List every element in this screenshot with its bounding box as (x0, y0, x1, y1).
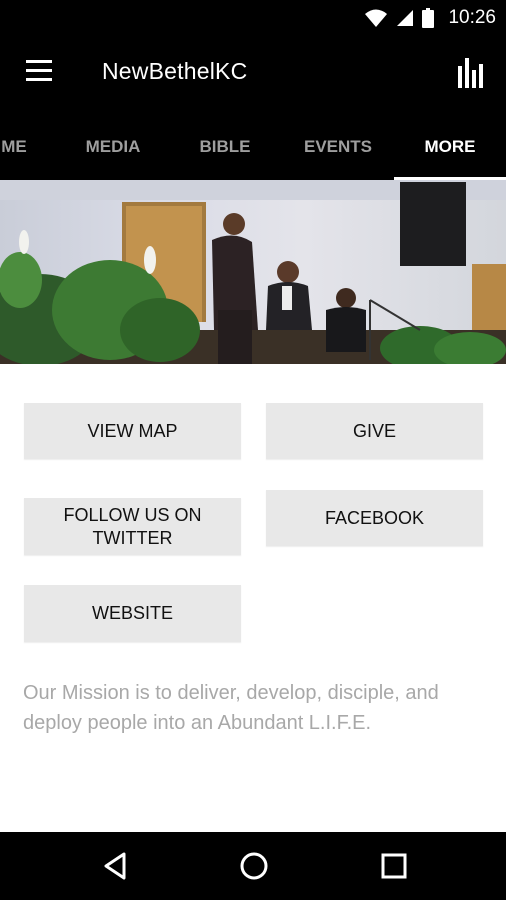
battery-icon (422, 8, 435, 28)
view-map-button[interactable]: VIEW MAP (24, 403, 241, 459)
app-title: NewBethelKC (102, 58, 248, 84)
tab-bar: ME MEDIA BIBLE EVENTS MORE (0, 112, 506, 180)
tab-bible[interactable]: BIBLE (169, 112, 281, 180)
status-icons: 10:26 (364, 0, 496, 36)
status-bar: 10:26 (0, 0, 506, 36)
back-triangle-icon[interactable] (100, 850, 132, 882)
follow-twitter-button[interactable]: FOLLOW US ON TWITTER (24, 498, 241, 555)
home-circle-icon[interactable] (238, 850, 270, 882)
app-bar: NewBethelKC (0, 36, 506, 112)
tab-events[interactable]: EVENTS (282, 112, 394, 180)
give-button[interactable]: GIVE (266, 403, 483, 459)
hamburger-menu-icon[interactable] (22, 60, 56, 90)
website-button[interactable]: WEBSITE (24, 585, 241, 642)
recents-square-icon[interactable] (378, 850, 410, 882)
facebook-button[interactable]: FACEBOOK (266, 490, 483, 546)
wifi-icon (365, 9, 388, 27)
bar-chart-icon[interactable] (456, 56, 488, 90)
cell-signal-icon (397, 10, 414, 26)
mission-statement: Our Mission is to deliver, develop, disc… (23, 682, 439, 734)
hero-image (0, 180, 506, 364)
system-nav-bar (0, 832, 506, 900)
tab-media[interactable]: MEDIA (57, 112, 169, 180)
tab-more[interactable]: MORE (394, 112, 506, 180)
status-time: 10:26 (448, 7, 496, 28)
